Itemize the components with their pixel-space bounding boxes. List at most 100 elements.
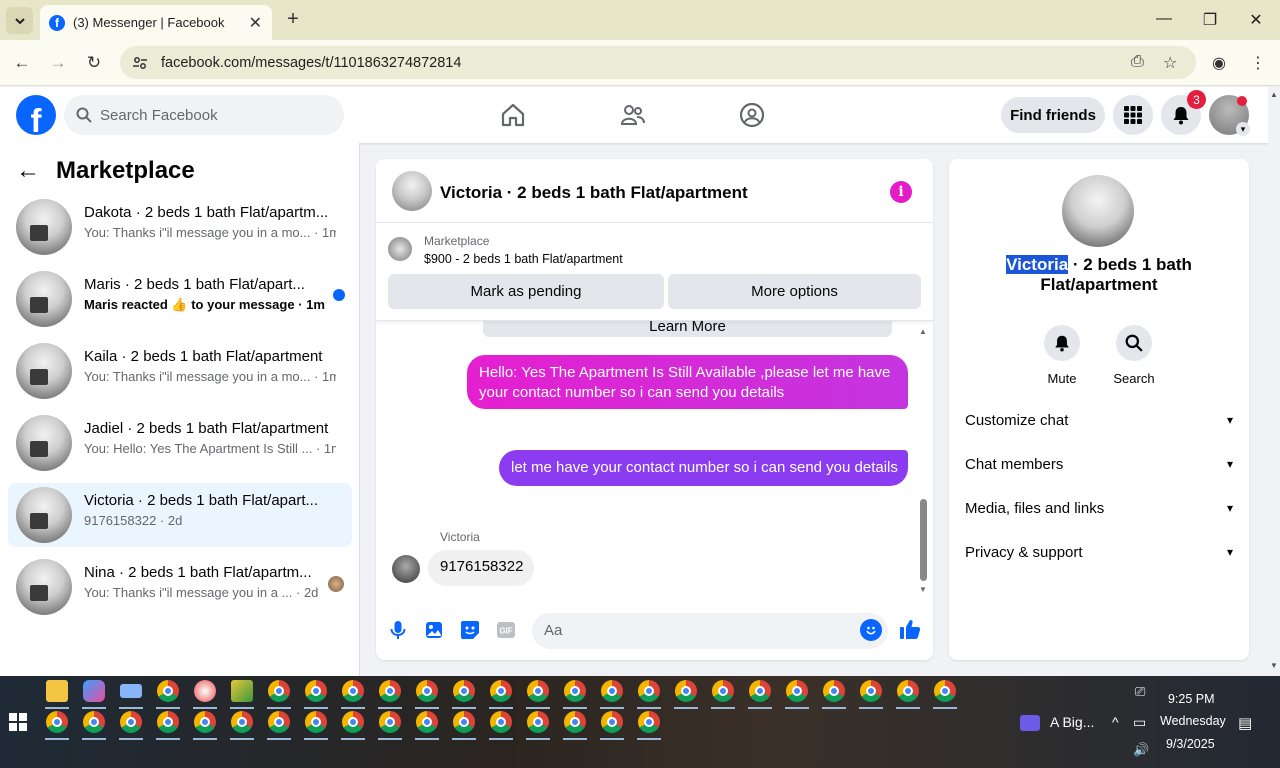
chrome-taskbar-icon[interactable]	[342, 680, 364, 702]
listing-thumbnail[interactable]	[388, 237, 412, 261]
chrome-taskbar-icon[interactable]	[46, 711, 68, 733]
microphone-icon[interactable]	[387, 619, 409, 641]
chrome-taskbar-icon[interactable]	[157, 680, 179, 702]
chrome-taskbar-icon[interactable]	[379, 711, 401, 733]
chrome-taskbar-icon[interactable]	[416, 680, 438, 702]
chrome-taskbar-icon[interactable]	[231, 711, 253, 733]
site-settings-icon[interactable]	[132, 55, 148, 71]
reload-icon[interactable]: ↻	[83, 52, 105, 74]
meet-now-icon[interactable]: ⎚	[1135, 684, 1145, 700]
info-icon[interactable]: i	[890, 181, 912, 203]
chrome-taskbar-icon[interactable]	[305, 680, 327, 702]
customize-chat-row[interactable]: Customize chat ▾	[965, 408, 1233, 432]
tab-search-button[interactable]	[6, 7, 33, 34]
chrome-taskbar-icon[interactable]	[268, 680, 290, 702]
video-app-icon[interactable]	[1020, 715, 1040, 731]
install-app-icon[interactable]: ⎙	[1131, 53, 1144, 71]
minimize-icon[interactable]: —	[1154, 10, 1174, 28]
profile-icon[interactable]: ◉	[1212, 53, 1226, 73]
volume-icon[interactable]: 🔊	[1133, 742, 1149, 758]
page-scrollbar[interactable]: ▲ ▼	[1268, 87, 1280, 676]
facebook-search-input[interactable]: Search Facebook	[64, 95, 344, 135]
menu-grid-button[interactable]	[1113, 95, 1153, 135]
conversation-item[interactable]: Kaila · 2 beds 1 bath Flat/apartment You…	[8, 339, 352, 403]
copilot-taskbar-icon[interactable]	[83, 680, 105, 702]
chrome-taskbar-icon[interactable]	[675, 680, 697, 702]
chrome-taskbar-icon[interactable]	[601, 680, 623, 702]
new-tab-button[interactable]: +	[283, 8, 303, 30]
chat-title[interactable]: Victoria · 2 beds 1 bath Flat/apartment	[440, 183, 748, 203]
chrome-taskbar-icon[interactable]	[638, 680, 660, 702]
sender-avatar[interactable]	[392, 555, 420, 583]
taskbar-date[interactable]: 9/3/2025	[1166, 737, 1215, 751]
forward-arrow-icon[interactable]: →	[47, 52, 69, 74]
chrome-taskbar-icon[interactable]	[490, 711, 512, 733]
listing-price[interactable]: $900 - 2 beds 1 bath Flat/apartment	[424, 252, 623, 266]
chrome-taskbar-icon[interactable]	[934, 680, 956, 702]
back-arrow-icon[interactable]: ←	[16, 157, 40, 185]
bookmark-star-icon[interactable]: ☆	[1163, 53, 1177, 73]
home-nav-icon[interactable]	[499, 101, 527, 129]
chrome-taskbar-icon[interactable]	[490, 680, 512, 702]
thumbs-up-icon[interactable]	[899, 618, 921, 640]
conversation-item[interactable]: Maris · 2 beds 1 bath Flat/apart... Mari…	[8, 267, 352, 331]
emoji-icon[interactable]	[860, 619, 882, 641]
browser-tab[interactable]: f (3) Messenger | Facebook ✕	[40, 5, 272, 40]
kbd-taskbar-icon[interactable]	[120, 684, 142, 698]
restore-icon[interactable]: ❐	[1200, 10, 1220, 30]
chrome-taskbar-icon[interactable]	[601, 711, 623, 733]
chat-members-row[interactable]: Chat members ▾	[965, 452, 1233, 476]
chrome-taskbar-icon[interactable]	[897, 680, 919, 702]
chrome-taskbar-icon[interactable]	[416, 711, 438, 733]
address-bar[interactable]: facebook.com/messages/t/1101863274872814	[120, 46, 1196, 79]
facebook-logo[interactable]: f	[16, 95, 56, 135]
chat-avatar[interactable]	[392, 171, 432, 211]
groups-nav-icon[interactable]	[738, 101, 766, 129]
chrome-taskbar-icon[interactable]	[157, 711, 179, 733]
scroll-up-icon[interactable]: ▲	[919, 327, 927, 336]
chrome-taskbar-icon[interactable]	[83, 711, 105, 733]
chrome-taskbar-icon[interactable]	[527, 680, 549, 702]
box-taskbar-icon[interactable]	[231, 680, 253, 702]
message-scrollbar[interactable]: ▲ ▼	[919, 327, 929, 597]
conversation-item[interactable]: Nina · 2 beds 1 bath Flat/apartm... You:…	[8, 555, 352, 619]
search-conversation-button[interactable]: Search	[1094, 325, 1174, 386]
scroll-down-icon[interactable]: ▼	[919, 585, 927, 594]
chrome-taskbar-icon[interactable]	[268, 711, 290, 733]
chrome-taskbar-icon[interactable]	[453, 680, 475, 702]
gif-icon[interactable]: GIF	[495, 619, 517, 641]
scroll-thumb[interactable]	[920, 499, 927, 581]
folder-taskbar-icon[interactable]	[46, 680, 68, 702]
notification-center-icon[interactable]: ▤	[1238, 714, 1252, 732]
find-friends-button[interactable]: Find friends	[1001, 97, 1105, 133]
chrome-taskbar-icon[interactable]	[823, 680, 845, 702]
conversation-item[interactable]: Dakota · 2 beds 1 bath Flat/apartm... Yo…	[8, 195, 352, 259]
friends-nav-icon[interactable]	[619, 101, 647, 129]
tab-close-icon[interactable]: ✕	[249, 13, 262, 33]
chrome-taskbar-icon[interactable]	[564, 711, 586, 733]
chrome-taskbar-icon[interactable]	[453, 711, 475, 733]
window-close-icon[interactable]: ✕	[1246, 10, 1266, 30]
chrome-taskbar-icon[interactable]	[564, 680, 586, 702]
scroll-down-icon[interactable]: ▼	[1270, 661, 1278, 670]
conversation-item[interactable]: Jadiel · 2 beds 1 bath Flat/apartment Yo…	[8, 411, 352, 475]
chrome-taskbar-icon[interactable]	[860, 680, 882, 702]
message-input[interactable]: Aa	[532, 613, 888, 649]
chrome-taskbar-icon[interactable]	[638, 711, 660, 733]
chevron-up-icon[interactable]: ^	[1112, 714, 1119, 730]
contact-avatar[interactable]	[1062, 175, 1134, 247]
outgoing-message[interactable]: Hello: Yes The Apartment Is Still Availa…	[467, 355, 908, 409]
account-chevron-icon[interactable]: ▾	[1236, 122, 1250, 136]
outgoing-message[interactable]: let me have your contact number so i can…	[499, 450, 908, 486]
back-arrow-icon[interactable]: ←	[11, 52, 33, 74]
chrome-taskbar-icon[interactable]	[712, 680, 734, 702]
chrome-taskbar-icon[interactable]	[749, 680, 771, 702]
more-options-button[interactable]: More options	[668, 274, 921, 309]
sticker-icon[interactable]	[459, 619, 481, 641]
taskbar-day[interactable]: Wednesday	[1160, 714, 1226, 728]
incoming-message[interactable]: 9176158322	[428, 550, 534, 586]
paint-taskbar-icon[interactable]	[194, 680, 216, 702]
privacy-support-row[interactable]: Privacy & support ▾	[965, 540, 1233, 564]
chrome-taskbar-icon[interactable]	[305, 711, 327, 733]
mark-as-pending-button[interactable]: Mark as pending	[388, 274, 664, 309]
